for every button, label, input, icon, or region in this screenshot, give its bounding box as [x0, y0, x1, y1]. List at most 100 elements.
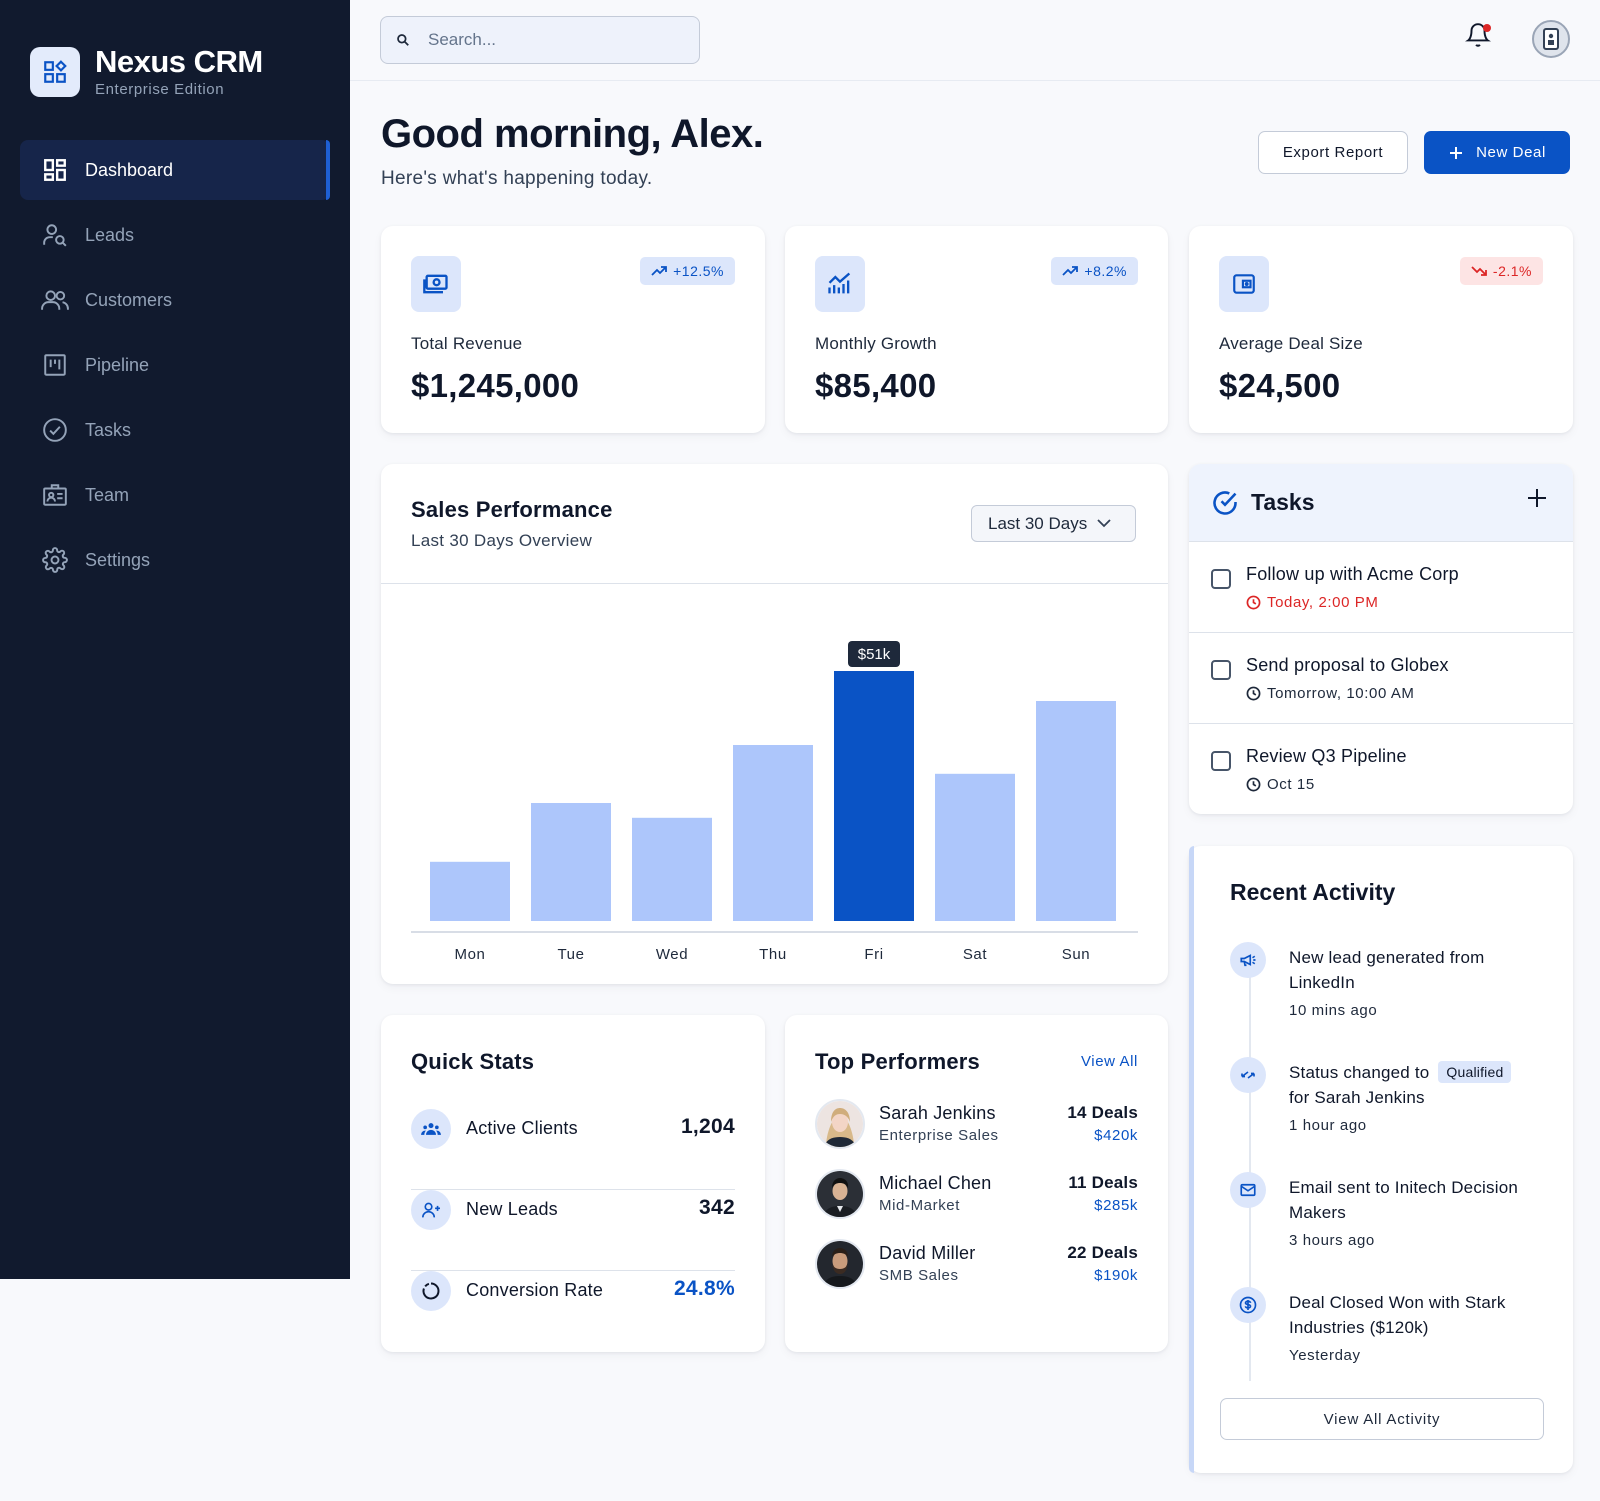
performer-row[interactable]: Sarah Jenkins Enterprise Sales 14 Deals … [815, 1099, 1138, 1151]
bar-mon [430, 861, 510, 921]
task-item[interactable]: Review Q3 Pipeline Oct 15 [1189, 725, 1573, 815]
add-task-button[interactable] [1525, 486, 1549, 510]
avatar [815, 1099, 865, 1149]
activity-time: 3 hours ago [1289, 1232, 1375, 1249]
performer-amount: $285k [1094, 1197, 1138, 1214]
stat-value: $24,500 [1219, 367, 1341, 404]
trend-value: +12.5% [673, 263, 724, 279]
search-box[interactable] [380, 16, 700, 64]
quick-stat-label: Conversion Rate [466, 1280, 604, 1300]
view-all-activity-button[interactable]: View All Activity [1220, 1398, 1544, 1440]
notifications-button[interactable] [1465, 22, 1495, 52]
trend-badge: +12.5% [640, 257, 735, 285]
search-icon [396, 33, 410, 47]
trend-down-icon [1471, 266, 1487, 276]
avatar [815, 1239, 865, 1289]
sidebar-item-dashboard[interactable]: Dashboard [20, 140, 330, 200]
task-due: Today, 2:00 PM [1246, 594, 1379, 611]
growth-chart-icon [815, 256, 865, 312]
trend-up-icon [1062, 266, 1079, 276]
performer-role: Mid-Market [879, 1197, 961, 1214]
activity-item[interactable]: New lead generated from LinkedIn 10 mins… [1230, 942, 1520, 1042]
sidebar-item-label: Dashboard [85, 159, 174, 180]
activity-text: New lead generated from LinkedIn [1289, 945, 1534, 995]
team-icon [40, 480, 70, 510]
activity-time: 1 hour ago [1289, 1117, 1367, 1134]
quick-stat-label: New Leads [466, 1199, 558, 1219]
x-tick-label: Thu [759, 946, 787, 963]
sidebar-nav: Dashboard Leads Customers Pipeline Tasks… [20, 140, 330, 595]
leads-icon [40, 220, 70, 250]
activity-item[interactable]: Email sent to Initech Decision Makers 3 … [1230, 1172, 1520, 1272]
bar-thu [733, 745, 813, 921]
export-report-button[interactable]: Export Report [1258, 131, 1408, 174]
task-checkbox[interactable] [1211, 751, 1231, 771]
new-deal-label: New Deal [1476, 144, 1546, 161]
notification-dot [1483, 24, 1491, 32]
task-due-text: Oct 15 [1267, 776, 1315, 793]
tasks-header: Tasks [1189, 464, 1573, 542]
performer-amount: $190k [1094, 1267, 1138, 1284]
swap-icon [1230, 1057, 1266, 1093]
recent-activity-title: Recent Activity [1230, 879, 1396, 905]
x-tick-label: Fri [864, 946, 883, 963]
activity-text: Email sent to Initech Decision Makers [1289, 1175, 1534, 1225]
x-tick-label: Sun [1062, 946, 1091, 963]
search-input[interactable] [428, 30, 678, 50]
sidebar-item-leads[interactable]: Leads [20, 205, 330, 265]
activity-lead: Deal Closed Won [1289, 1293, 1424, 1312]
quick-stat-row: Conversion Rate 24.8% [411, 1271, 735, 1352]
task-due-text: Today, 2:00 PM [1267, 594, 1379, 611]
accent-bar [1189, 846, 1194, 1473]
status-badge: Qualified [1438, 1061, 1512, 1083]
bar-sat [935, 773, 1015, 921]
trend-value: +8.2% [1084, 263, 1127, 279]
stat-label: Monthly Growth [815, 334, 937, 353]
stat-value: $1,245,000 [411, 367, 580, 404]
performer-deals: 11 Deals [1068, 1173, 1138, 1192]
stat-label: Average Deal Size [1219, 334, 1363, 353]
avatar-icon [1543, 28, 1559, 50]
sidebar-item-settings[interactable]: Settings [20, 530, 330, 590]
sidebar-item-tasks[interactable]: Tasks [20, 400, 330, 460]
activity-item[interactable]: Status changed to Qualified for Sarah Jen… [1230, 1057, 1520, 1157]
x-tick-label: Wed [656, 946, 688, 963]
quick-stat-value: 24.8% [673, 1277, 735, 1300]
brand-name: Nexus CRM [95, 44, 263, 79]
task-item[interactable]: Send proposal to Globex Tomorrow, 10:00 … [1189, 634, 1573, 724]
user-avatar[interactable] [1532, 20, 1570, 58]
task-item[interactable]: Follow up with Acme Corp Today, 2:00 PM [1189, 543, 1573, 633]
mail-icon [1230, 1172, 1266, 1208]
brand[interactable]: Nexus CRM Enterprise Edition [30, 45, 263, 98]
trend-badge: -2.1% [1459, 257, 1543, 285]
avatar [815, 1169, 865, 1219]
performer-deals: 22 Deals [1067, 1243, 1138, 1262]
stat-card-deal-size: -2.1% Average Deal Size $24,500 [1189, 226, 1573, 433]
stat-card-growth: +8.2% Monthly Growth $85,400 [785, 226, 1168, 433]
sidebar: Nexus CRM Enterprise Edition Dashboard L… [0, 0, 350, 1279]
dashboard-icon [40, 155, 70, 185]
task-checkbox[interactable] [1211, 569, 1231, 589]
bar-wed [632, 817, 712, 921]
sidebar-item-team[interactable]: Team [20, 465, 330, 525]
tasks-icon [40, 415, 70, 445]
x-tick-label: Tue [557, 946, 584, 963]
performer-row[interactable]: Michael Chen Mid-Market 11 Deals $285k [815, 1169, 1138, 1221]
sidebar-item-pipeline[interactable]: Pipeline [20, 335, 330, 395]
task-title: Send proposal to Globex [1246, 655, 1449, 675]
performer-row[interactable]: David Miller SMB Sales 22 Deals $190k [815, 1239, 1138, 1291]
task-checkbox[interactable] [1211, 660, 1231, 680]
sidebar-item-label: Pipeline [85, 354, 150, 375]
date-range-value: Last 30 Days [988, 513, 1088, 533]
clock-icon [1246, 686, 1261, 701]
sidebar-item-customers[interactable]: Customers [20, 270, 330, 330]
tasks-title: Tasks [1251, 489, 1315, 515]
activity-item[interactable]: Deal Closed Won with Stark Industries ($… [1230, 1287, 1520, 1387]
date-range-select[interactable]: Last 30 Days [971, 505, 1136, 542]
sidebar-item-label: Team [85, 484, 130, 505]
new-deal-button[interactable]: New Deal [1424, 131, 1570, 174]
recent-activity-card: Recent Activity New lead generated from … [1189, 846, 1573, 1473]
sales-performance-subtitle: Last 30 Days Overview [411, 531, 593, 550]
view-all-link[interactable]: View All [1081, 1053, 1138, 1070]
revenue-icon [411, 256, 461, 312]
